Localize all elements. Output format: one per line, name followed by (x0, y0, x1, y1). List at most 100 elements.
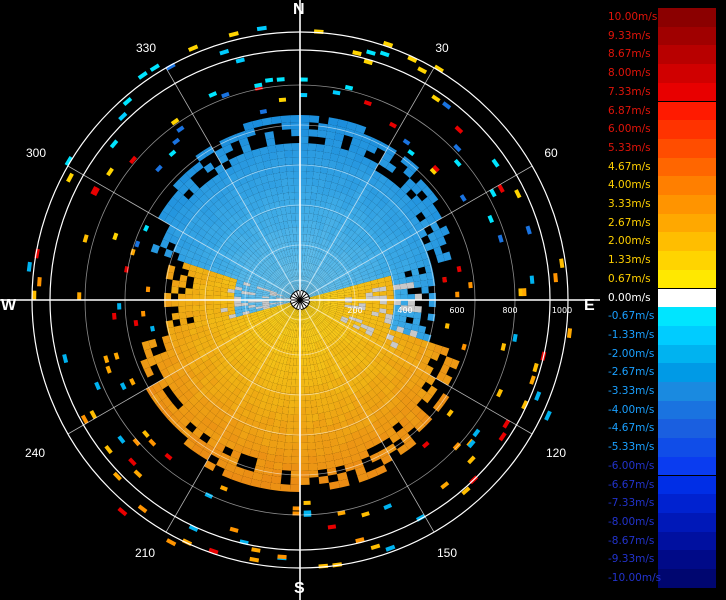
radar-cell (285, 157, 293, 165)
radar-cell (553, 272, 558, 283)
radar-cell (414, 293, 422, 300)
legend-row: 6.00m/s (606, 120, 716, 139)
radar-cell (204, 460, 217, 472)
radar-cell (213, 304, 221, 310)
radar-cell (314, 434, 323, 443)
legend-label: 8.00m/s (608, 67, 651, 80)
radar-cell (291, 220, 297, 228)
radar-cell (370, 543, 381, 551)
radar-cell (294, 400, 300, 408)
radar-cell (300, 129, 309, 137)
radar-cell (290, 122, 300, 130)
radar-cell (142, 429, 150, 438)
legend-row: -2.67m/s (606, 363, 716, 382)
legend-label: 0.67m/s (608, 272, 651, 285)
radar-cell (185, 287, 193, 295)
radar-cell (332, 90, 341, 96)
radar-cell (372, 303, 380, 309)
radar-cell (277, 554, 287, 560)
radar-cell (300, 115, 310, 123)
radar-cell (399, 283, 408, 290)
radar-cell (522, 288, 527, 297)
radar-cell (453, 158, 462, 167)
legend-label: 10.00m/s (608, 11, 658, 23)
radar-cell (229, 526, 239, 533)
radar-cell (310, 192, 317, 201)
radar-cell (192, 288, 200, 295)
label-south: S (294, 580, 305, 597)
radar-cell (300, 414, 307, 422)
legend-swatch (658, 325, 716, 345)
radar-cell (185, 311, 194, 318)
radar-cell (271, 475, 282, 484)
legend-swatch (658, 120, 716, 139)
legend-label: 4.00m/s (608, 179, 651, 192)
bearing-240: 240 (24, 446, 46, 460)
legend-swatch (658, 157, 716, 177)
radar-cell (323, 144, 333, 154)
radar-cell (290, 386, 296, 394)
radar-cell (312, 420, 321, 429)
radar-cell (314, 150, 324, 159)
radar-cell (312, 178, 320, 187)
legend-swatch (658, 26, 716, 46)
radar-cell (559, 258, 565, 269)
legend-row: -5.33m/s (606, 438, 716, 457)
radar-cell (118, 111, 128, 121)
radar-cell (316, 455, 326, 464)
radar-cell (292, 506, 300, 511)
radar-cell (261, 117, 273, 126)
radar-cell (446, 409, 454, 417)
radar-cell (277, 157, 286, 166)
legend-label: -1.33m/s (608, 328, 655, 341)
radar-cell (308, 463, 318, 471)
radar-cell (317, 129, 327, 139)
radar-cell (290, 206, 296, 214)
legend-swatch (658, 195, 716, 214)
radar-cell (525, 225, 532, 235)
legend-label: -0.67m/s (608, 310, 655, 323)
radar-cell (307, 150, 316, 158)
radar-cell (268, 151, 278, 161)
legend-swatch (658, 363, 716, 382)
legend-label: -9.33m/s (608, 553, 655, 566)
radar-cell (284, 150, 293, 158)
radar-cell (113, 352, 120, 360)
radar-cell (372, 291, 380, 297)
legend-swatch (658, 419, 716, 439)
legend-label: -7.33m/s (608, 497, 655, 510)
legend-row: -4.67m/s (606, 419, 716, 439)
radar-cell (315, 143, 325, 152)
radar-cell (300, 143, 309, 151)
radar-cell (500, 342, 507, 351)
radar-cell (303, 372, 309, 380)
radar-cell (421, 286, 429, 294)
radar-cell (487, 214, 495, 224)
radar-cell (32, 290, 37, 300)
radar-cell (303, 500, 311, 506)
radar-cell (300, 136, 309, 144)
bearing-120: 120 (545, 446, 567, 460)
radar-cell (192, 283, 201, 290)
legend-row: 9.33m/s (606, 26, 716, 46)
radar-cell (279, 420, 288, 429)
legend-row: 6.87m/s (606, 101, 716, 121)
radar-cell (284, 442, 293, 450)
legend-swatch (658, 64, 716, 83)
radar-cell (442, 101, 452, 110)
radar-cell (192, 310, 201, 317)
legend-row: 10.00m/s (606, 8, 716, 27)
legend-label: 5.33m/s (608, 141, 651, 154)
radar-cell (187, 44, 199, 52)
radar-cell (300, 185, 307, 193)
legend-swatch (658, 101, 716, 121)
legend-label: -4.00m/s (608, 403, 655, 416)
radar-cell (219, 485, 228, 492)
radar-cell (206, 290, 214, 296)
radar-cell (288, 400, 295, 408)
radar-cell (389, 121, 398, 129)
radar-cell (420, 279, 429, 288)
legend-swatch (658, 382, 716, 401)
radar-cell (82, 234, 89, 243)
radar-cell (282, 406, 289, 415)
